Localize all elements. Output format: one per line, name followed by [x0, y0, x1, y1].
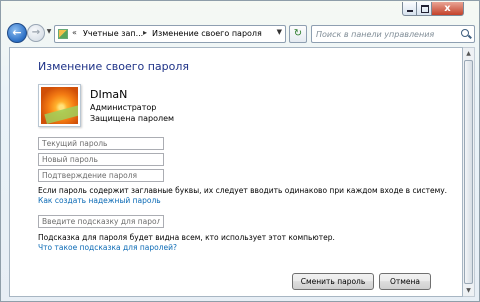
user-name: DImaN — [90, 88, 128, 101]
confirm-password-field[interactable] — [38, 169, 164, 182]
window: x ← → ▼ « Учетные зап... ▸ Изменение сво… — [0, 0, 480, 302]
hint-visibility-note: Подсказка для пароля будет видна всем, к… — [38, 233, 335, 242]
address-dropdown-icon[interactable]: ▼ — [277, 28, 282, 36]
new-password-field[interactable] — [38, 153, 164, 166]
forward-arrow-icon: → — [31, 27, 41, 38]
recent-pages-dropdown[interactable]: ▼ — [45, 28, 53, 36]
breadcrumb-separator-icon[interactable]: ▸ — [143, 28, 147, 37]
close-button[interactable]: x — [432, 2, 464, 16]
back-arrow-icon: ← — [12, 26, 22, 39]
user-status: Защищена паролем — [90, 114, 175, 123]
user-picture-flower-icon — [41, 87, 78, 124]
maximize-button[interactable] — [417, 2, 432, 16]
page-title: Изменение своего пароля — [38, 60, 190, 73]
current-password-field[interactable] — [38, 137, 164, 150]
case-sensitivity-note: Если пароль содержит заглавные буквы, их… — [38, 186, 448, 195]
search-icon[interactable] — [461, 29, 469, 37]
scroll-thumb[interactable] — [464, 60, 473, 284]
cancel-button[interactable]: Отмена — [379, 273, 431, 290]
scroll-up-icon[interactable]: ▲ — [463, 48, 474, 59]
change-password-button[interactable]: Сменить пароль — [292, 273, 374, 290]
refresh-button[interactable]: ↻ — [289, 25, 307, 43]
forward-button[interactable]: → — [27, 24, 45, 42]
password-hint-field[interactable] — [38, 215, 164, 228]
breadcrumb-user-accounts[interactable]: Учетные зап... — [83, 29, 143, 38]
minimize-button[interactable] — [402, 2, 417, 16]
search-box[interactable] — [311, 25, 475, 43]
scroll-down-icon[interactable]: ▼ — [463, 285, 474, 296]
address-bar[interactable]: « Учетные зап... ▸ Изменение своего паро… — [54, 25, 286, 43]
vertical-scrollbar[interactable]: ▲ ▼ — [463, 47, 475, 297]
close-icon: x — [444, 3, 451, 14]
password-hint-help-link[interactable]: Что такое подсказка для паролей? — [38, 243, 177, 252]
back-button[interactable]: ← — [7, 23, 27, 43]
avatar — [38, 84, 81, 127]
control-panel-icon — [58, 29, 68, 39]
hidden-path-chevron-icon[interactable]: « — [72, 28, 77, 37]
breadcrumb-change-password[interactable]: Изменение своего пароля — [152, 29, 262, 38]
strong-password-link[interactable]: Как создать надежный пароль — [38, 196, 161, 205]
user-role: Администратор — [90, 103, 157, 112]
search-input[interactable] — [316, 28, 456, 40]
